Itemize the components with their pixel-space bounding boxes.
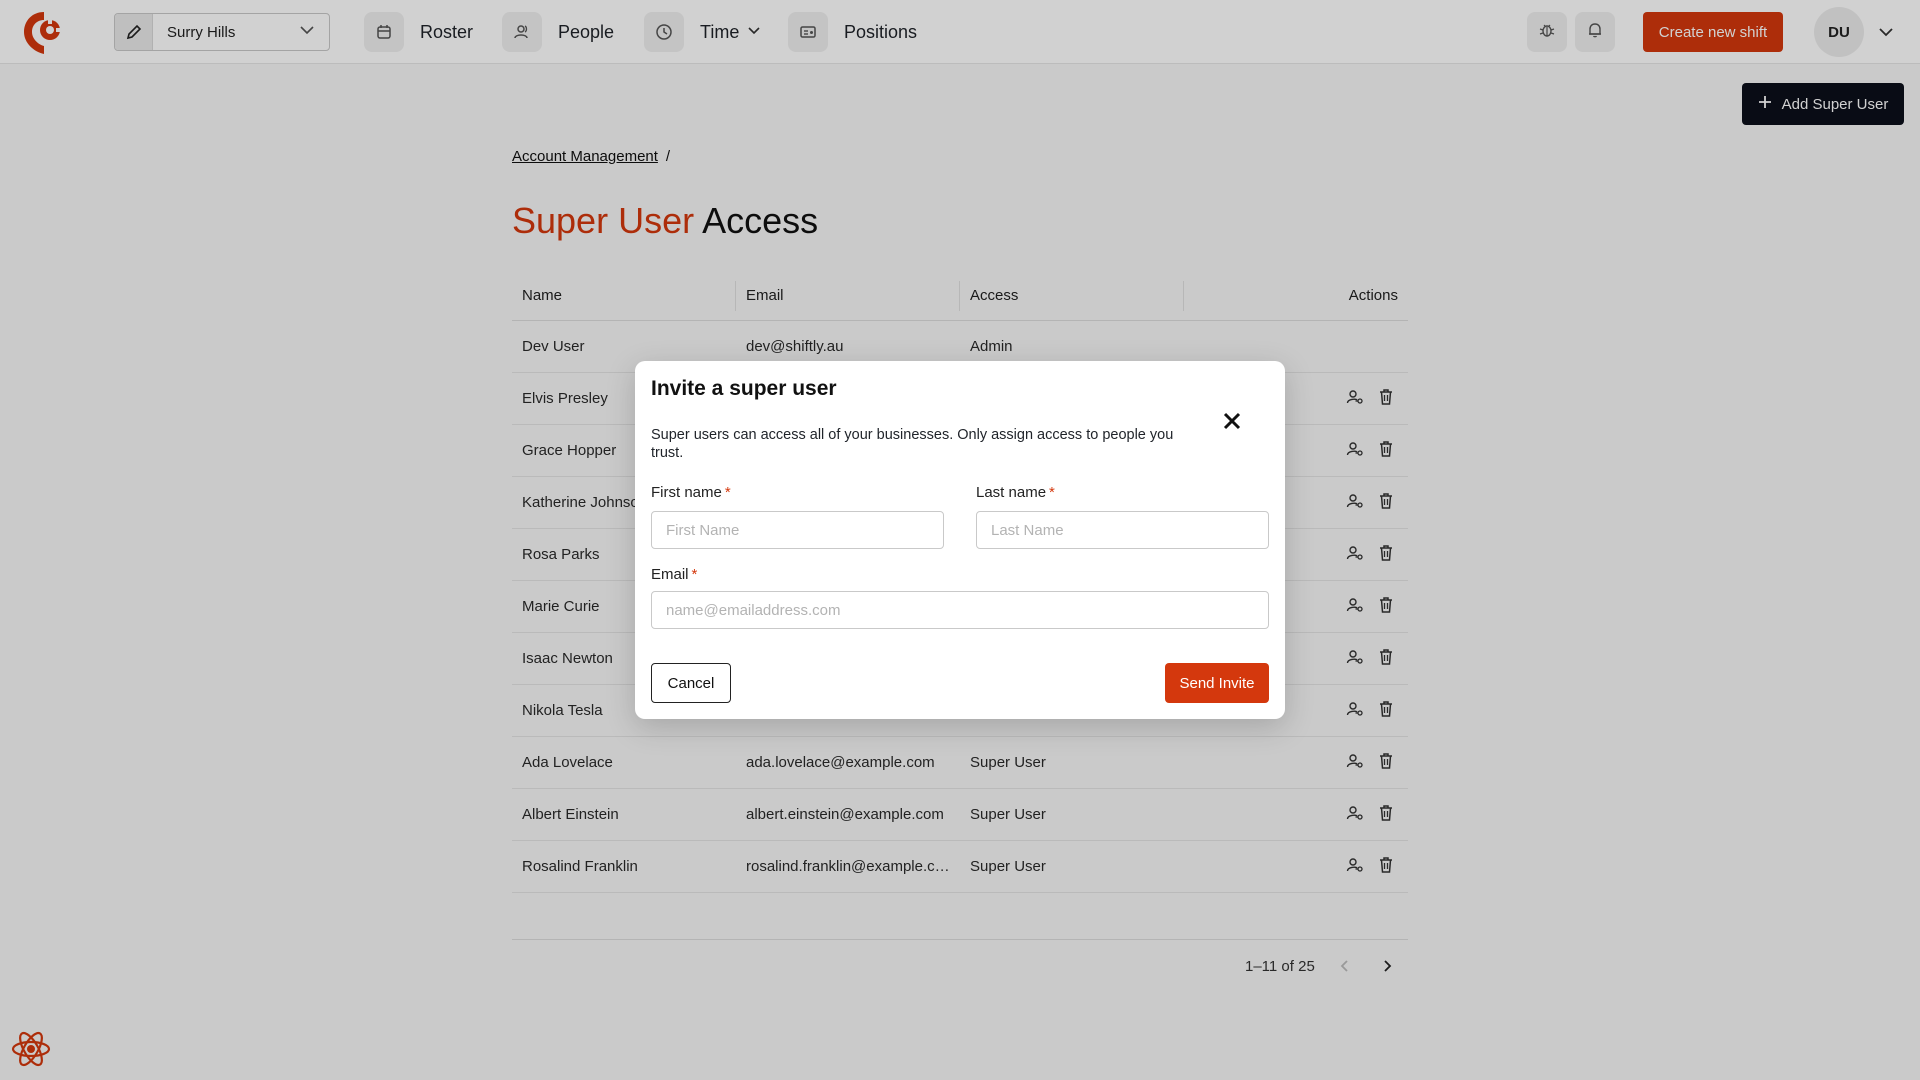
first-name-label: First name *	[651, 484, 731, 501]
email-label-text: Email	[651, 566, 689, 583]
email-label: Email *	[651, 566, 697, 583]
first-name-input[interactable]	[651, 511, 944, 549]
cancel-button[interactable]: Cancel	[651, 663, 731, 703]
send-invite-button[interactable]: Send Invite	[1165, 663, 1269, 703]
last-name-label-text: Last name	[976, 484, 1047, 501]
close-icon[interactable]	[1222, 411, 1242, 436]
first-name-label-text: First name	[651, 484, 722, 501]
invite-super-user-dialog: Invite a super user Super users can acce…	[635, 361, 1285, 719]
last-name-input[interactable]	[976, 511, 1269, 549]
required-asterisk: *	[1049, 484, 1055, 501]
modal-description: Super users can access all of your busin…	[651, 427, 1174, 461]
modal-title: Invite a super user	[651, 377, 837, 400]
required-asterisk: *	[724, 484, 731, 501]
required-asterisk: *	[691, 566, 698, 583]
last-name-label: Last name *	[976, 484, 1055, 501]
email-input[interactable]	[651, 591, 1269, 629]
